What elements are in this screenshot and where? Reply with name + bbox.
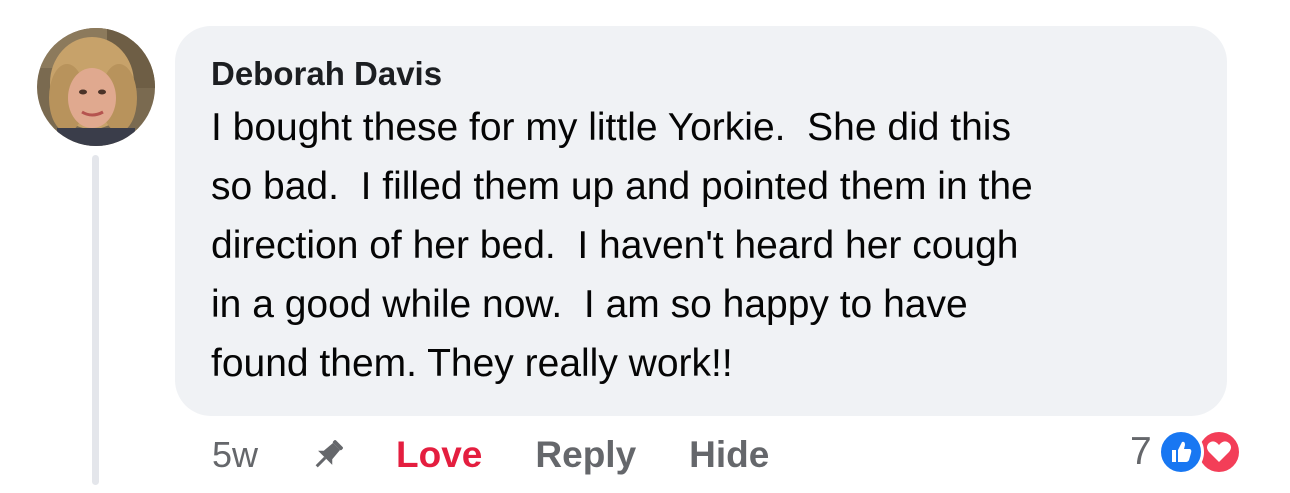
comment-actions: 5w Love Reply Hide [212,431,769,479]
love-button[interactable]: Love [396,434,482,476]
comment-timestamp[interactable]: 5w [212,434,258,476]
comment-bubble: Deborah Davis I bought these for my litt… [175,26,1227,416]
comment-author[interactable]: Deborah Davis [211,54,1191,94]
comment-thread: Deborah Davis I bought these for my litt… [0,0,1290,493]
avatar[interactable] [37,28,155,146]
like-reaction-icon [1157,429,1204,475]
hide-button[interactable]: Hide [689,434,769,476]
reaction-count[interactable]: 7 [1130,430,1152,474]
pin-icon[interactable] [310,437,346,473]
comment-text: I bought these for my little Yorkie. She… [211,106,1033,385]
reaction-icons[interactable] [1157,427,1252,477]
thread-line [92,155,99,485]
reply-button[interactable]: Reply [535,434,636,476]
reactions-summary[interactable]: 7 [1130,426,1252,478]
